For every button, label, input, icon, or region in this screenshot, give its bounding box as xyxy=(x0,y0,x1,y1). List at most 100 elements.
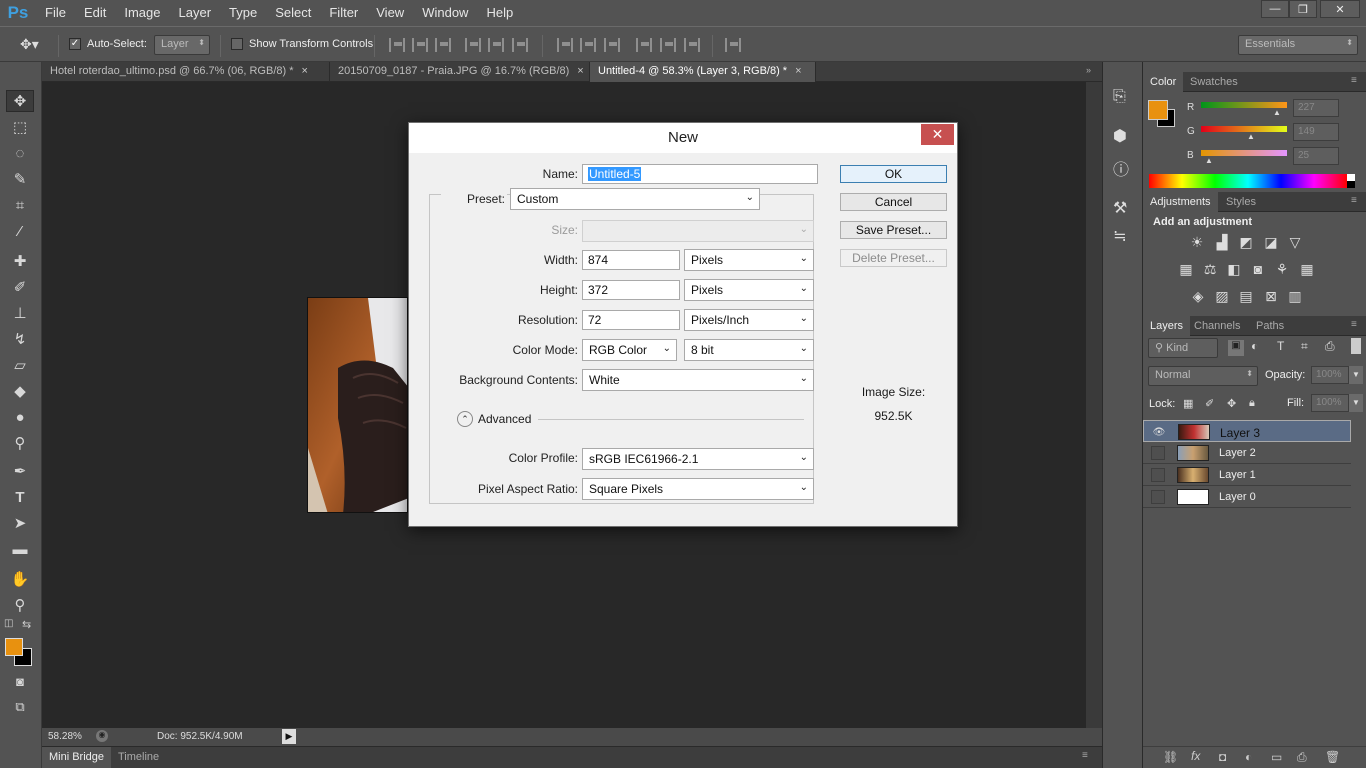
g-slider-thumb[interactable]: ▲ xyxy=(1247,132,1255,141)
menu-edit[interactable]: Edit xyxy=(75,0,115,26)
layer-row[interactable]: Layer 1 xyxy=(1143,464,1351,486)
b-value[interactable]: 25 xyxy=(1293,147,1339,165)
visibility-toggle[interactable] xyxy=(1151,468,1165,482)
fill-dropdown-icon[interactable]: ▼ xyxy=(1349,394,1363,412)
vertical-scrollbar[interactable] xyxy=(1086,82,1102,728)
close-icon[interactable]: × xyxy=(302,65,308,77)
visibility-toggle[interactable] xyxy=(1151,446,1165,460)
layer-name[interactable]: Layer 0 xyxy=(1219,491,1256,503)
adjustment-layer-icon[interactable]: ◐ xyxy=(1245,750,1252,764)
advanced-label[interactable]: Advanced xyxy=(478,412,531,426)
menu-window[interactable]: Window xyxy=(413,0,477,26)
menu-type[interactable]: Type xyxy=(220,0,266,26)
status-menu-arrow-icon[interactable]: ▶ xyxy=(282,729,296,744)
menu-file[interactable]: File xyxy=(36,0,75,26)
preset-dropdown[interactable]: Custom ⌄ xyxy=(510,188,760,210)
b-slider-thumb[interactable]: ▲ xyxy=(1205,156,1213,165)
color-spectrum-ramp[interactable] xyxy=(1149,174,1347,188)
menu-filter[interactable]: Filter xyxy=(320,0,367,26)
document-image[interactable] xyxy=(307,297,408,513)
opacity-value[interactable]: 100% xyxy=(1311,366,1349,384)
zoom-level[interactable]: 58.28% xyxy=(48,731,82,742)
quick-mask-icon[interactable]: ◙ xyxy=(6,670,34,692)
layer-name[interactable]: Layer 2 xyxy=(1219,447,1256,459)
default-colors-icon[interactable]: ◫ xyxy=(4,618,13,629)
marquee-tool-icon[interactable]: ⬚ xyxy=(6,116,34,138)
layer-name[interactable]: Layer 1 xyxy=(1219,469,1256,481)
pen-tool-icon[interactable]: ✒ xyxy=(6,460,34,482)
menu-layer[interactable]: Layer xyxy=(170,0,221,26)
resolution-field[interactable]: 72 xyxy=(582,310,680,330)
tab-swatches[interactable]: Swatches xyxy=(1183,72,1245,92)
opacity-dropdown-icon[interactable]: ▼ xyxy=(1349,366,1363,384)
invert-icon[interactable]: ◈ xyxy=(1189,288,1207,304)
color-lookup-icon[interactable]: ▦ xyxy=(1298,261,1316,277)
crop-tool-icon[interactable]: ⌗ xyxy=(6,194,34,216)
color-profile-dropdown[interactable]: sRGB IEC61966-2.1 ⌄ xyxy=(582,448,814,470)
tab-hotel-roterdao[interactable]: Hotel roterdao_ultimo.psd @ 66.7% (06, R… xyxy=(42,62,330,82)
menu-select[interactable]: Select xyxy=(266,0,320,26)
width-unit-dropdown[interactable]: Pixels ⌄ xyxy=(684,249,814,271)
healing-brush-tool-icon[interactable]: ✚ xyxy=(6,250,34,272)
width-field[interactable]: 874 xyxy=(582,250,680,270)
g-value[interactable]: 149 xyxy=(1293,123,1339,141)
levels-icon[interactable]: ▟ xyxy=(1213,234,1231,250)
cancel-button[interactable]: Cancel xyxy=(840,193,947,211)
dialog-close-button[interactable]: ✕ xyxy=(921,124,954,145)
layer-row[interactable]: Layer 0 xyxy=(1143,486,1351,508)
background-contents-dropdown[interactable]: White ⌄ xyxy=(582,369,814,391)
move-tool-preset-icon[interactable]: ✥▾ xyxy=(20,36,39,53)
align-right-icon[interactable] xyxy=(512,38,528,52)
lock-all-icon[interactable]: 🔒︎ xyxy=(1249,397,1255,410)
close-icon[interactable]: × xyxy=(795,65,801,77)
pixel-layer-filter-icon[interactable]: ▣ xyxy=(1228,340,1244,356)
layer-mask-icon[interactable]: ◘ xyxy=(1219,750,1226,764)
smart-object-filter-icon[interactable]: ⎙ xyxy=(1325,339,1335,354)
menu-image[interactable]: Image xyxy=(115,0,169,26)
auto-select-checkbox[interactable]: ✓ xyxy=(69,38,81,50)
tab-adjustments[interactable]: Adjustments xyxy=(1143,192,1218,212)
eyedropper-tool-icon[interactable]: ⁄ xyxy=(6,220,34,242)
path-select-tool-icon[interactable]: ➤ xyxy=(6,512,34,534)
menu-help[interactable]: Help xyxy=(477,0,522,26)
lasso-tool-icon[interactable]: ◌ xyxy=(6,142,34,164)
filter-toggle[interactable] xyxy=(1351,338,1361,354)
link-layers-icon[interactable]: ⛓︎ xyxy=(1163,750,1178,764)
lock-position-icon[interactable]: ✥ xyxy=(1227,397,1236,410)
workspace-dropdown[interactable]: Essentials ⬍ xyxy=(1238,35,1358,55)
screen-mode-icon[interactable]: ⧉ xyxy=(6,696,34,718)
tab-layers[interactable]: Layers xyxy=(1143,316,1191,336)
restore-button[interactable]: ❐ xyxy=(1289,0,1317,18)
save-preset-button[interactable]: Save Preset... xyxy=(840,221,947,239)
blend-mode-dropdown[interactable]: Normal ⬍ xyxy=(1148,366,1258,386)
menu-view[interactable]: View xyxy=(367,0,413,26)
tab-timeline[interactable]: Timeline xyxy=(112,747,165,767)
layer-style-icon[interactable]: fx xyxy=(1191,749,1200,763)
history-brush-tool-icon[interactable]: ↯ xyxy=(6,328,34,350)
paint-bucket-tool-icon[interactable]: ◆ xyxy=(6,380,34,402)
group-icon[interactable]: ▭ xyxy=(1271,750,1282,764)
foreground-color-swatch[interactable] xyxy=(5,638,23,656)
black-white-icon[interactable]: ◧ xyxy=(1225,261,1243,277)
dodge-tool-icon[interactable]: ⚲ xyxy=(6,432,34,454)
type-layer-filter-icon[interactable]: T xyxy=(1277,339,1284,353)
tab-channels[interactable]: Channels xyxy=(1187,316,1247,336)
brightness-contrast-icon[interactable]: ☀ xyxy=(1188,234,1206,250)
tab-mini-bridge[interactable]: Mini Bridge xyxy=(42,747,112,768)
panel-menu-icon[interactable]: ≡ xyxy=(1351,195,1357,206)
brush-panel-icon[interactable]: ≒ xyxy=(1113,226,1126,246)
r-value[interactable]: 227 xyxy=(1293,99,1339,117)
tab-styles[interactable]: Styles xyxy=(1219,192,1263,212)
bit-depth-dropdown[interactable]: 8 bit ⌄ xyxy=(684,339,814,361)
name-field[interactable]: Untitled-5 xyxy=(582,164,818,184)
distribute-right-icon[interactable] xyxy=(684,38,700,52)
shape-layer-filter-icon[interactable]: ⌗ xyxy=(1301,339,1308,354)
channel-mixer-icon[interactable]: ⚘ xyxy=(1273,261,1291,277)
ok-button[interactable]: OK xyxy=(840,165,947,183)
panel-menu-icon[interactable]: ≡ xyxy=(1082,750,1088,761)
resolution-unit-dropdown[interactable]: Pixels/Inch ⌄ xyxy=(684,309,814,331)
fill-value[interactable]: 100% xyxy=(1311,394,1349,412)
black-white-ramp[interactable] xyxy=(1347,174,1355,188)
quick-select-tool-icon[interactable]: ✎ xyxy=(6,168,34,190)
show-transform-checkbox[interactable] xyxy=(231,38,243,50)
